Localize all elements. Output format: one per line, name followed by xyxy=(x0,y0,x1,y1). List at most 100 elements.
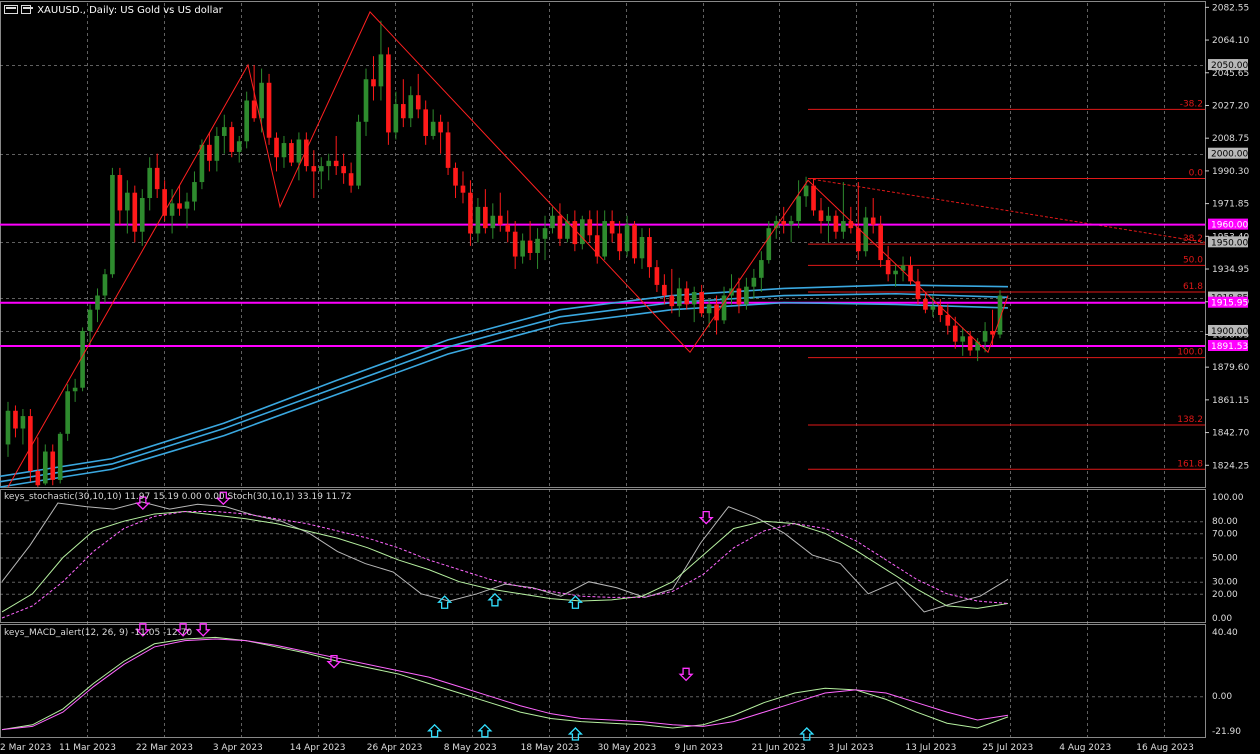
fib-label: 50.0 xyxy=(1183,255,1203,265)
candle-body xyxy=(609,221,615,234)
stoch-tick-label: 100.00 xyxy=(1212,493,1244,503)
date-label: 26 Apr 2023 xyxy=(367,743,423,753)
candle-body xyxy=(371,79,376,87)
candle-body xyxy=(602,221,608,257)
candle-body xyxy=(72,387,78,392)
price-tick-label: 1861.15 xyxy=(1212,396,1249,406)
price-label: 1960.00 xyxy=(1211,221,1248,231)
candle-body xyxy=(938,306,943,316)
candle-body xyxy=(259,82,264,119)
macd-buy-arrow-icon xyxy=(799,727,815,741)
candle-body xyxy=(639,237,645,259)
macd-tick-label: -21.90 xyxy=(1212,727,1241,737)
price-tick-label: 1879.60 xyxy=(1212,363,1249,373)
candle-body xyxy=(35,471,41,486)
candle-body xyxy=(266,82,272,138)
candle-body xyxy=(811,185,816,211)
candle-body xyxy=(28,416,33,472)
candle-body xyxy=(676,288,682,307)
stoch-tick-label: 20.00 xyxy=(1212,590,1238,600)
candle-body xyxy=(20,416,26,429)
window-icon[interactable] xyxy=(4,5,18,14)
candle-body xyxy=(535,238,540,253)
candle-body xyxy=(647,237,652,268)
date-label: 4 Aug 2023 xyxy=(1059,743,1111,753)
candle-body xyxy=(154,167,160,190)
candle-body xyxy=(13,410,18,429)
candle-body xyxy=(736,288,742,305)
date-label: 22 Mar 2023 xyxy=(136,743,193,753)
candle-body xyxy=(684,288,690,305)
candle-body xyxy=(527,240,533,253)
price-tick-label: 2082.55 xyxy=(1212,3,1249,13)
candle-body xyxy=(923,299,928,310)
candle-body xyxy=(110,174,115,275)
candle-body xyxy=(475,206,481,234)
candle-body xyxy=(177,203,182,209)
candle-body xyxy=(781,221,787,225)
candle-body xyxy=(497,215,503,225)
stoch-k-line xyxy=(1,511,1009,613)
fib-label: -38.2 xyxy=(1180,99,1203,109)
date-label: 21 Jun 2023 xyxy=(751,743,805,753)
candle-body xyxy=(691,291,697,305)
date-label: 18 May 2023 xyxy=(521,743,580,753)
stoch-main-line xyxy=(1,501,1009,613)
candle-body xyxy=(721,295,727,321)
stoch-buy-arrow-icon xyxy=(487,592,503,607)
panel-border xyxy=(0,489,1206,623)
candle-body xyxy=(908,265,913,282)
trading-chart[interactable]: -38.20.0-38.250.061.8100.0138.2161.8 208… xyxy=(0,0,1260,754)
candle-body xyxy=(751,277,757,287)
fib-label: 161.8 xyxy=(1177,459,1203,469)
price-tick-label: 1934.95 xyxy=(1212,265,1249,275)
date-label: 30 May 2023 xyxy=(598,743,657,753)
candle-body xyxy=(363,79,369,122)
price-label: 1891.53 xyxy=(1211,342,1248,352)
candle-body xyxy=(967,336,973,351)
candle-body xyxy=(221,127,227,136)
price-tick-label: 1842.70 xyxy=(1212,429,1249,439)
candle-body xyxy=(870,217,876,225)
candle-body xyxy=(207,144,212,161)
candle-body xyxy=(192,182,197,202)
candle-body xyxy=(348,173,354,186)
candle-body xyxy=(818,210,824,222)
stoch-tick-label: 80.00 xyxy=(1212,517,1238,527)
candle-body xyxy=(669,295,675,307)
candle-body xyxy=(833,215,839,232)
date-label: 16 Aug 2023 xyxy=(1136,743,1194,753)
candle-body xyxy=(42,451,48,484)
price-label: 1900.00 xyxy=(1211,327,1248,337)
price-tick-label: 2064.10 xyxy=(1212,36,1249,46)
candle-body xyxy=(766,228,772,261)
macd-sell-arrow-icon xyxy=(195,623,211,637)
candle-body xyxy=(512,231,518,257)
price-label: 1950.00 xyxy=(1211,238,1248,248)
stochastic-panel xyxy=(1,491,1009,619)
date-label: 9 Jun 2023 xyxy=(675,743,723,753)
chart-type-icon[interactable] xyxy=(21,5,33,14)
stoch-tick-label: 30.00 xyxy=(1212,578,1238,588)
fib-label: 61.8 xyxy=(1183,282,1203,292)
macd-tick-label: 0.00 xyxy=(1212,692,1232,702)
candle-body xyxy=(654,267,660,285)
candle-body xyxy=(572,221,578,245)
price-tick-label: 2008.75 xyxy=(1212,134,1249,144)
candle-body xyxy=(617,233,622,252)
candle-body xyxy=(483,206,488,229)
candle-body xyxy=(759,260,764,278)
candle-body xyxy=(251,100,257,119)
candle-body xyxy=(102,274,108,296)
candle-body xyxy=(393,104,399,133)
candle-body xyxy=(542,228,548,239)
candle-body xyxy=(662,284,667,296)
candle-body xyxy=(326,160,332,167)
candle-body xyxy=(982,330,988,342)
candle-body xyxy=(893,270,898,275)
stoch-buy-arrow-icon xyxy=(567,595,583,609)
date-label: 2 Mar 2023 xyxy=(0,743,51,753)
candle-body xyxy=(65,391,70,434)
candle-body xyxy=(744,286,749,305)
candle-body xyxy=(520,240,525,257)
